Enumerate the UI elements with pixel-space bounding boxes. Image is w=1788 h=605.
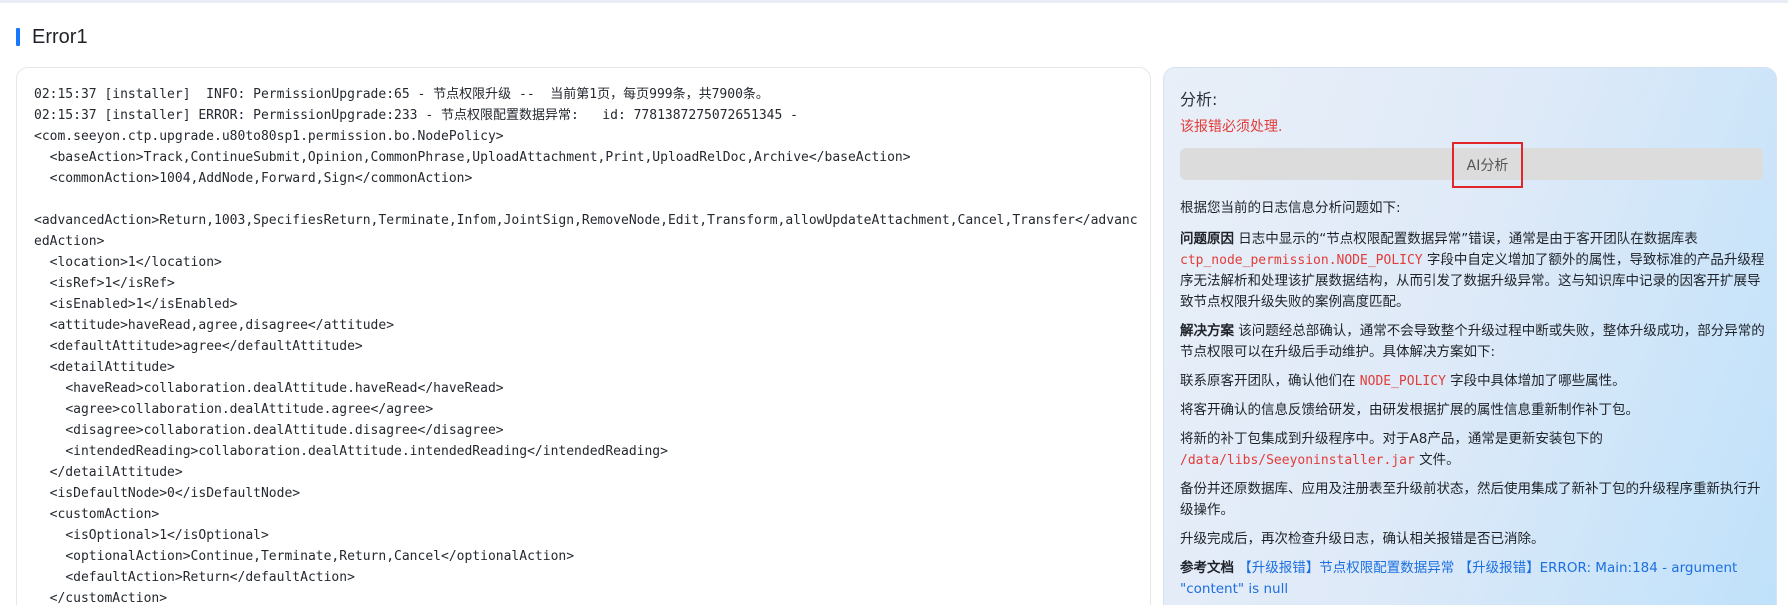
title-accent-bar bbox=[16, 28, 20, 46]
log-line: <isDefaultNode>0</isDefaultNode> bbox=[34, 486, 301, 501]
cause-text-1: 日志中显示的“节点权限配置数据异常”错误，通常是由于客开团队在数据库表 bbox=[1234, 231, 1698, 247]
log-line: <location>1</location> bbox=[34, 255, 222, 270]
ai-analysis-bar: AI分析 bbox=[1180, 142, 1763, 188]
log-panel[interactable]: 02:15:37 [installer] INFO: PermissionUpg… bbox=[16, 67, 1151, 605]
step3-text-b: 文件。 bbox=[1414, 452, 1460, 468]
log-content: 02:15:37 [installer] INFO: PermissionUpg… bbox=[34, 84, 1144, 605]
page-title: Error1 bbox=[32, 25, 88, 48]
log-line: <detailAttitude> bbox=[34, 360, 175, 375]
log-line: <isRef>1</isRef> bbox=[34, 276, 175, 291]
solution-step-1: 联系原客开团队，确认他们在 NODE_POLICY 字段中具体增加了哪些属性。 bbox=[1180, 371, 1765, 392]
step1-code: NODE_POLICY bbox=[1359, 374, 1446, 389]
log-line: <isEnabled>1</isEnabled> bbox=[34, 297, 238, 312]
log-line: <agree>collaboration.dealAttitude.agree<… bbox=[34, 402, 434, 417]
log-line: 02:15:37 [installer] INFO: PermissionUpg… bbox=[34, 87, 769, 102]
solution-label: 解决方案 bbox=[1180, 323, 1234, 339]
log-line: <customAction> bbox=[34, 507, 160, 522]
step3-text-a: 将新的补丁包集成到升级程序中。对于A8产品，通常是更新安装包下的 bbox=[1180, 431, 1603, 447]
ai-analysis-button[interactable]: AI分析 bbox=[1452, 142, 1523, 188]
page-header: Error1 bbox=[16, 25, 88, 49]
log-line: <commonAction>1004,AddNode,Forward,Sign<… bbox=[34, 171, 473, 186]
cause-code: ctp_node_permission.NODE_POLICY bbox=[1180, 253, 1423, 268]
reference-paragraph: 参考文档 【升级报错】节点权限配置数据异常 【升级报错】ERROR: Main:… bbox=[1180, 558, 1765, 600]
reference-link-1[interactable]: 【升级报错】节点权限配置数据异常 bbox=[1234, 560, 1454, 576]
reference-label: 参考文档 bbox=[1180, 560, 1234, 576]
log-line: </detailAttitude> bbox=[34, 465, 183, 480]
log-line: <optionalAction>Continue,Terminate,Retur… bbox=[34, 549, 575, 564]
log-line: <isOptional>1</isOptional> bbox=[34, 528, 269, 543]
step3-code: /data/libs/Seeyoninstaller.jar bbox=[1180, 453, 1415, 468]
log-line: <defaultAction>Return</defaultAction> bbox=[34, 570, 355, 585]
log-line: <haveRead>collaboration.dealAttitude.hav… bbox=[34, 381, 504, 396]
analysis-warning: 该报错必须处理. bbox=[1180, 119, 1283, 135]
solution-text: 该问题经总部确认，通常不会导致整个升级过程中断或失败，整体升级成功，部分异常的节… bbox=[1180, 323, 1765, 360]
analysis-intro: 根据您当前的日志信息分析问题如下: bbox=[1180, 200, 1401, 216]
log-line: <intendedReading>collaboration.dealAttit… bbox=[34, 444, 668, 459]
solution-step-3: 将新的补丁包集成到升级程序中。对于A8产品，通常是更新安装包下的 /data/l… bbox=[1180, 429, 1765, 471]
page-frame: Error1 02:15:37 [installer] INFO: Permis… bbox=[0, 0, 1788, 605]
log-line: <advancedAction>Return,1003,SpecifiesRet… bbox=[34, 213, 1138, 249]
step1-text-a: 联系原客开团队，确认他们在 bbox=[1180, 373, 1360, 389]
solution-step-2: 将客开确认的信息反馈给研发，由研发根据扩展的属性信息重新制作补丁包。 bbox=[1180, 402, 1639, 418]
log-line: <attitude>haveRead,agree,disagree</attit… bbox=[34, 318, 395, 333]
analysis-label: 分析: bbox=[1180, 90, 1218, 109]
log-line: <com.seeyon.ctp.upgrade.u80to80sp1.permi… bbox=[34, 129, 504, 144]
analysis-panel: 分析: 该报错必须处理. AI分析 根据您当前的日志信息分析问题如下: 问题原因… bbox=[1163, 67, 1777, 605]
log-line: <disagree>collaboration.dealAttitude.dis… bbox=[34, 423, 504, 438]
log-line: 02:15:37 [installer] ERROR: PermissionUp… bbox=[34, 108, 798, 123]
solution-step-4: 备份并还原数据库、应用及注册表至升级前状态，然后使用集成了新补丁包的升级程序重新… bbox=[1180, 481, 1761, 518]
log-line: <baseAction>Track,ContinueSubmit,Opinion… bbox=[34, 150, 911, 165]
cause-label: 问题原因 bbox=[1180, 231, 1234, 247]
log-line: </customAction> bbox=[34, 591, 168, 605]
solution-step-5: 升级完成后，再次检查升级日志，确认相关报错是否已消除。 bbox=[1180, 531, 1545, 547]
solution-paragraph: 解决方案 该问题经总部确认，通常不会导致整个升级过程中断或失败，整体升级成功，部… bbox=[1180, 321, 1765, 363]
analysis-result: 根据您当前的日志信息分析问题如下: 问题原因 日志中显示的“节点权限配置数据异常… bbox=[1180, 198, 1765, 605]
step1-text-b: 字段中具体增加了哪些属性。 bbox=[1445, 373, 1626, 389]
log-line: <defaultAttitude>agree</defaultAttitude> bbox=[34, 339, 363, 354]
cause-paragraph: 问题原因 日志中显示的“节点权限配置数据异常”错误，通常是由于客开团队在数据库表… bbox=[1180, 229, 1765, 313]
